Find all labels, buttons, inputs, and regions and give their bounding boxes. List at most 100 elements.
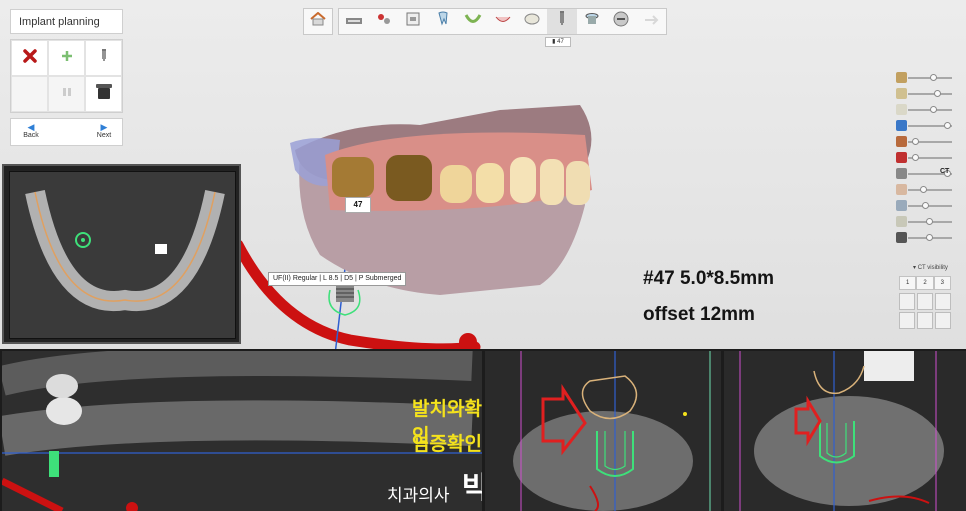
note-inflammation-check: 염증확인 [412, 433, 482, 455]
crown-restoration [46, 397, 82, 425]
step-mouth[interactable] [488, 9, 518, 34]
tooth-premolar-2 [476, 163, 504, 203]
badge-label: 47 [557, 39, 564, 45]
step-ct[interactable] [398, 9, 428, 34]
slider-knob[interactable] [934, 90, 941, 97]
slider-knob[interactable] [912, 154, 919, 161]
slider-knob[interactable] [944, 122, 951, 129]
visibility-slider[interactable] [896, 104, 956, 116]
layout-option[interactable] [899, 293, 915, 310]
gum-icon [896, 184, 907, 195]
step-tools[interactable] [369, 9, 399, 34]
implant-icon [558, 11, 566, 32]
mandible-arch [25, 189, 225, 312]
layout-option[interactable] [935, 293, 951, 310]
implant-tool-button[interactable] [85, 40, 122, 76]
annotation-offset: offset 12mm [643, 304, 755, 325]
visibility-slider[interactable] [896, 88, 956, 100]
implant-icon [100, 48, 108, 68]
crown-icon [896, 104, 907, 115]
layout-tab-3[interactable]: 3 [933, 276, 951, 290]
visibility-slider[interactable] [896, 136, 956, 148]
crown-metal [864, 351, 914, 381]
step-sleeve[interactable] [577, 9, 607, 34]
finish-icon [643, 13, 659, 31]
next-button[interactable]: ▶ Next [86, 119, 122, 147]
sleeve-icon [896, 120, 907, 131]
nav-box: ◀ Back ▶ Next [10, 118, 123, 146]
layout-option[interactable] [917, 293, 933, 310]
step-arch[interactable] [458, 9, 488, 34]
tooth-incisor-1 [540, 159, 564, 205]
tooth-canine [510, 157, 536, 203]
slider-knob[interactable] [930, 74, 937, 81]
cross-section-view-2[interactable] [724, 351, 966, 511]
visibility-slider[interactable] [896, 120, 956, 132]
ct-visibility-text: CT visibility [917, 265, 948, 271]
step-tooth[interactable] [428, 9, 458, 34]
nerve-icon [896, 136, 907, 147]
slider-track[interactable] [908, 205, 952, 207]
panoramic-view[interactable]: 발치와확인 염증확인 치과의사 박 현성 [2, 351, 482, 511]
ct-icon [406, 12, 420, 31]
step-crown[interactable] [517, 9, 547, 34]
layout-tab-2[interactable]: 2 [916, 276, 934, 290]
ct-label: CT [940, 168, 950, 175]
layout-option[interactable] [935, 312, 951, 329]
signature-name: 박 현성 [462, 471, 482, 506]
layout-grid [899, 293, 951, 329]
metal-artifact [155, 244, 167, 254]
brightness-icon [896, 232, 907, 243]
implant-spec-label: UF(II) Regular | L 8.5 | D5 | P Submerge… [268, 272, 407, 286]
bone-icon [896, 216, 907, 227]
visibility-slider[interactable] [896, 72, 956, 84]
abutment-icon [62, 85, 72, 103]
visibility-slider[interactable] [896, 216, 956, 228]
add-implant-button[interactable] [48, 40, 85, 76]
visibility-slider[interactable] [896, 200, 956, 212]
step-implant[interactable] [547, 9, 577, 34]
visibility-slider[interactable] [896, 152, 956, 164]
slider-knob[interactable] [922, 202, 929, 209]
slider-knob[interactable] [912, 138, 919, 145]
delete-button[interactable] [11, 40, 48, 76]
visibility-slider[interactable] [896, 184, 956, 196]
home-button[interactable] [303, 8, 333, 35]
delete-icon [22, 48, 37, 68]
sleeve-icon [94, 83, 114, 106]
empty-slot [11, 76, 48, 112]
cross-section-view-1[interactable] [485, 351, 721, 511]
step-finish[interactable] [636, 9, 666, 34]
layout-tabs: 1 2 3 [899, 276, 951, 290]
back-label: Back [23, 132, 39, 139]
slider-knob[interactable] [926, 234, 933, 241]
tooth-number-label: 47 [345, 197, 371, 213]
tooth-molar-1 [332, 157, 374, 197]
slider-knob[interactable] [920, 186, 927, 193]
panel-title: Implant planning [10, 9, 123, 34]
visibility-slider[interactable] [896, 232, 956, 244]
slider-track[interactable] [908, 93, 952, 95]
back-button[interactable]: ◀ Back [13, 119, 49, 147]
ct-axial-view[interactable] [2, 164, 241, 344]
layout-option[interactable] [899, 312, 915, 329]
bone-section [754, 396, 944, 506]
model-3d-view[interactable] [240, 95, 620, 355]
sleeve-icon [584, 12, 600, 31]
slider-track[interactable] [908, 189, 952, 191]
tooth-icon [896, 88, 907, 99]
step-scan[interactable] [339, 9, 369, 34]
scan-icon [345, 13, 363, 31]
step-surgical-guide[interactable] [607, 9, 637, 34]
sleeve-tool-button[interactable] [85, 76, 122, 112]
layout-tab-1[interactable]: 1 [899, 276, 917, 290]
surgical-guide-icon [613, 11, 629, 32]
abutment-tool-button[interactable] [48, 76, 85, 112]
layout-option[interactable] [917, 312, 933, 329]
bone-section [513, 411, 693, 511]
drill-icon [896, 152, 907, 163]
slider-knob[interactable] [926, 218, 933, 225]
tooth-incisor-2 [566, 161, 590, 205]
slider-knob[interactable] [930, 106, 937, 113]
active-step-badge: ▮ 47 [545, 37, 571, 47]
